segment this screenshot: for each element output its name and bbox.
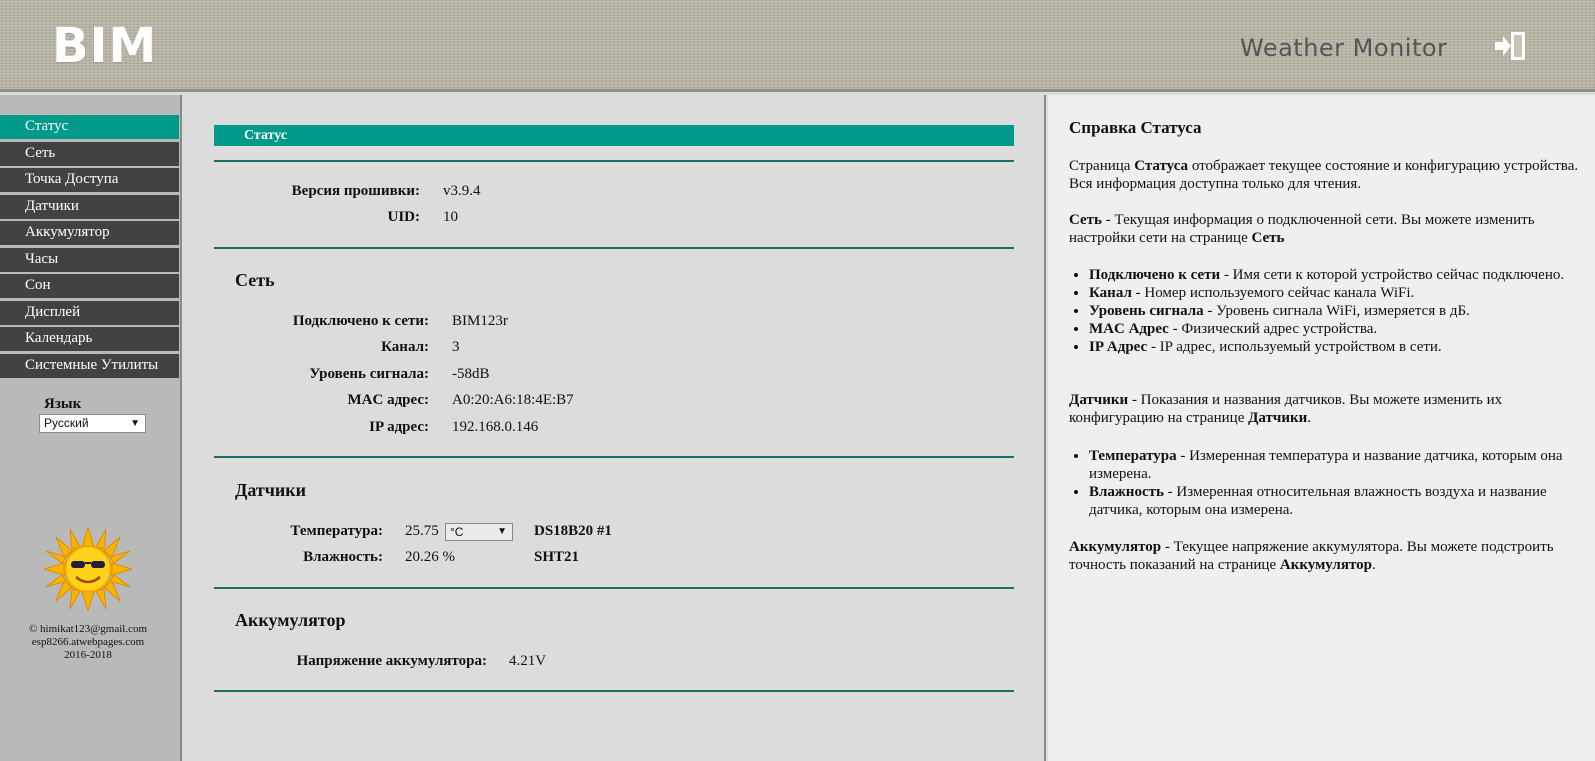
- divider: [214, 587, 1014, 589]
- sidebar-item-access-point[interactable]: Точка Доступа: [0, 168, 179, 192]
- list-item: Подключено к сети - Имя сети к которой у…: [1089, 266, 1589, 284]
- divider: [214, 690, 1014, 692]
- app-title: Weather Monitor: [1240, 34, 1448, 62]
- uid-value: 10: [443, 209, 458, 225]
- firmware-value: v3.9.4: [443, 183, 481, 199]
- uid-label: UID:: [387, 209, 421, 225]
- help-panel: Справка Статуса Страница Статуса отображ…: [1048, 95, 1595, 761]
- help-battery: Аккумулятор - Текущее напряжение аккумул…: [1069, 539, 1554, 573]
- sidebar-item-clock[interactable]: Часы: [0, 247, 179, 272]
- humidity-sensor-name: SHT21: [534, 549, 580, 565]
- page-title: Статус: [214, 125, 1014, 146]
- divider: [214, 160, 1014, 162]
- sidebar-item-status[interactable]: Статус: [0, 115, 179, 139]
- ip-value: 192.168.0.146: [452, 419, 539, 435]
- list-item: MAC Адрес - Физический адрес устройства.: [1089, 320, 1589, 338]
- sidebar-item-system-utils[interactable]: Системные Утилиты: [0, 353, 179, 378]
- network-section-title: Сеть: [235, 270, 275, 290]
- sensors-section-title: Датчики: [235, 480, 307, 500]
- temperature-value: 25.75: [405, 523, 439, 539]
- chevron-down-icon: ▼: [497, 526, 507, 537]
- battery-voltage-label: Напряжение аккумулятора:: [296, 653, 487, 669]
- copyright: © himikat123@gmail.com esp8266.atwebpage…: [0, 623, 176, 662]
- channel-value: 3: [452, 339, 460, 355]
- sidebar-item-battery[interactable]: Аккумулятор: [0, 221, 179, 245]
- battery-voltage-value: 4.21V: [509, 653, 547, 669]
- mac-label: MAC адрес:: [347, 392, 430, 408]
- list-item: Уровень сигнала - Уровень сигнала WiFi, …: [1089, 302, 1589, 320]
- sidebar-item-sensors[interactable]: Датчики: [0, 194, 179, 219]
- mac-value: A0:20:A6:18:4E:B7: [452, 392, 574, 408]
- ip-label: IP адрес:: [369, 419, 429, 435]
- main-panel: Статус Версия прошивки: v3.9.4 UID: 10 С…: [184, 95, 1046, 761]
- battery-section-title: Аккумулятор: [235, 610, 346, 630]
- help-title: Справка Статуса: [1069, 118, 1202, 137]
- signal-value: -58dB: [452, 366, 490, 382]
- list-item: IP Адрес - IP адрес, используемый устрой…: [1089, 338, 1589, 356]
- language-select-value: Русский: [44, 416, 89, 430]
- signal-label: Уровень сигнала:: [309, 366, 429, 382]
- sidebar-item-display[interactable]: Дисплей: [0, 300, 179, 325]
- temperature-label: Температура:: [290, 523, 383, 539]
- list-item: Температура - Измеренная температура и н…: [1089, 447, 1589, 483]
- copyright-site: esp8266.atwebpages.com: [31, 636, 145, 648]
- copyright-years: 2016-2018: [64, 649, 112, 661]
- help-intro: Страница Статуса отображает текущее сост…: [1069, 158, 1579, 192]
- language-select[interactable]: Русский ▼: [39, 414, 146, 433]
- help-sensors-list: Температура - Измеренная температура и н…: [1069, 447, 1589, 519]
- logout-icon[interactable]: [1494, 31, 1526, 61]
- divider: [214, 456, 1014, 458]
- sun-icon: [44, 527, 132, 611]
- language-label: Язык: [44, 396, 82, 412]
- sidebar-item-network[interactable]: Сеть: [0, 141, 179, 166]
- sidebar-menu: Статус Сеть Точка Доступа Датчики Аккуму…: [0, 115, 180, 380]
- list-item: Канал - Номер используемого сейчас канал…: [1089, 284, 1589, 302]
- temperature-unit-select[interactable]: °C ▼: [445, 523, 513, 541]
- humidity-value: 20.26 %: [405, 549, 455, 565]
- divider: [214, 247, 1014, 249]
- list-item: Влажность - Измеренная относительная вла…: [1089, 483, 1589, 519]
- connected-value: BIM123r: [452, 313, 508, 329]
- sidebar: Статус Сеть Точка Доступа Датчики Аккуму…: [0, 95, 182, 761]
- chevron-down-icon: ▼: [130, 418, 140, 429]
- help-network-list: Подключено к сети - Имя сети к которой у…: [1069, 266, 1589, 356]
- copyright-email: © himikat123@gmail.com: [28, 623, 148, 635]
- channel-label: Канал:: [381, 339, 429, 355]
- header-bar: BIM Weather Monitor: [0, 0, 1595, 92]
- sidebar-item-sleep[interactable]: Сон: [0, 274, 179, 298]
- temperature-sensor-name: DS18B20 #1: [534, 523, 612, 539]
- temperature-unit-value: °C: [450, 525, 464, 539]
- sidebar-item-calendar[interactable]: Календарь: [0, 327, 179, 351]
- help-sensors: Датчики - Показания и названия датчиков.…: [1069, 392, 1503, 426]
- firmware-label: Версия прошивки:: [291, 183, 420, 199]
- help-network: Сеть - Текущая информация о подключенной…: [1069, 212, 1535, 246]
- app-logo: BIM: [52, 18, 158, 74]
- humidity-label: Влажность:: [303, 549, 383, 565]
- connected-label: Подключено к сети:: [292, 313, 429, 329]
